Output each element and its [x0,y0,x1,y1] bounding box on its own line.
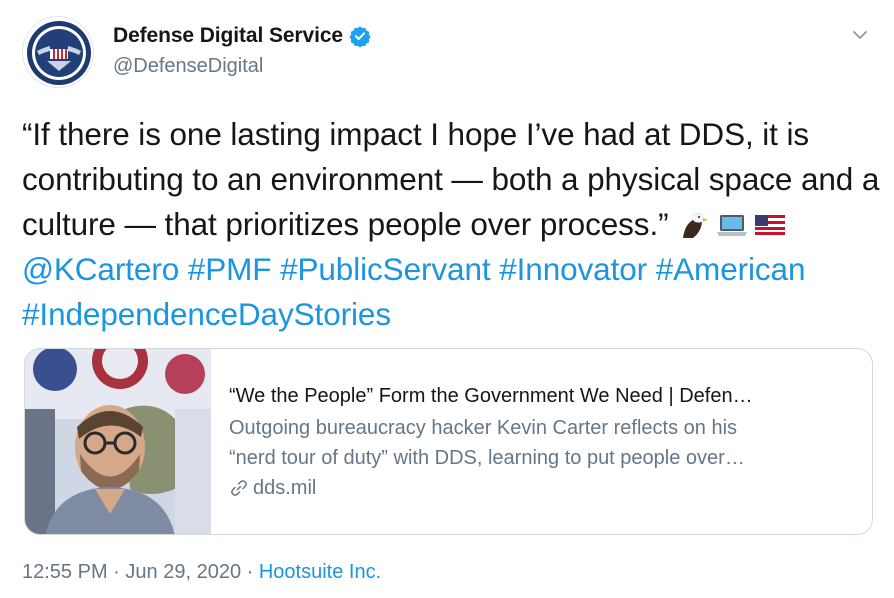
card-body: “We the People” Form the Government We N… [229,383,859,503]
verified-badge-icon [349,26,371,47]
card-title: “We the People” Form the Government We N… [229,385,753,407]
tweet-date[interactable]: Jun 29, 2020 [125,561,241,583]
card-domain-row: dds.mil [229,473,859,503]
laptop-emoji-icon [717,215,748,236]
us-flag-emoji-icon [755,215,786,235]
tweet-source-link[interactable]: Hootsuite Inc. [259,561,381,583]
eagle-emoji-icon [683,213,709,238]
mention-link[interactable]: @KCartero [22,251,179,287]
card-thumbnail-photo [25,349,211,534]
hashtag-independencedaystories[interactable]: #IndependenceDayStories [22,296,391,332]
author-display-name[interactable]: Defense Digital Service [113,24,343,48]
card-description: Outgoing bureaucracy hacker Kevin Carter… [229,413,859,473]
card-description-line-1: Outgoing bureaucracy hacker Kevin Carter… [229,417,738,439]
tweet-text: “If there is one lasting impact I hope I… [22,112,882,337]
tweet-time[interactable]: 12:55 PM [22,561,108,583]
card-domain: dds.mil [253,477,317,499]
meta-separator: · [246,561,254,583]
avatar[interactable] [22,16,94,88]
hashtag-american[interactable]: #American [656,251,806,287]
link-preview-card[interactable]: “We the People” Form the Government We N… [24,348,873,535]
card-description-line-2: “nerd tour of duty” with DDS, learning t… [229,447,745,469]
chevron-down-icon[interactable] [849,24,871,46]
hashtag-publicservant[interactable]: #PublicServant [280,251,491,287]
author-name-row: Defense Digital Service [113,24,371,48]
meta-separator: · [113,561,120,583]
hashtag-pmf[interactable]: #PMF [188,251,272,287]
author-handle[interactable]: @DefenseDigital [113,55,263,78]
hashtag-innovator[interactable]: #Innovator [499,251,647,287]
link-icon [231,480,247,496]
dds-seal-avatar-icon [27,21,91,85]
tweet-metadata: 12:55 PM · Jun 29, 2020 · Hootsuite Inc. [22,561,381,584]
tweet-body: “If there is one lasting impact I hope I… [22,116,880,242]
